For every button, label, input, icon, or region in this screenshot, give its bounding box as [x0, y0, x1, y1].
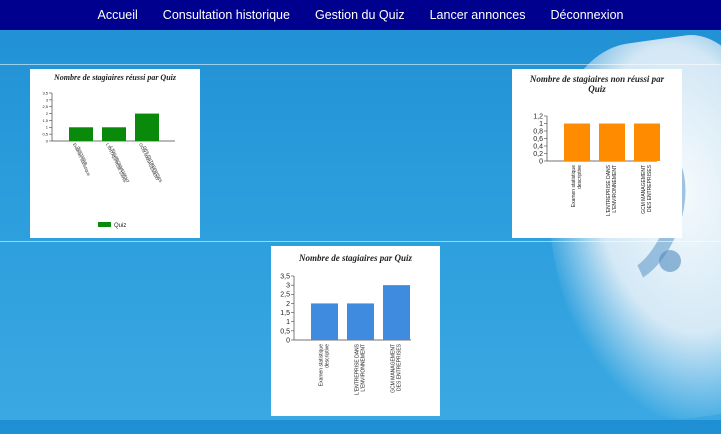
nav-accueil[interactable]: Accueil	[98, 8, 138, 22]
section-divider	[0, 241, 721, 242]
category-label: DES ENTREPRISES	[647, 164, 653, 212]
chart-panel-reussi: Nombre de stagiaires réussi par Quiz 3,5…	[30, 69, 200, 238]
y-tick-label: 1,2	[533, 113, 543, 120]
y-tick-label: 1	[286, 319, 290, 326]
y-tick-label: 0,6	[533, 136, 543, 143]
y-tick-label: 0	[46, 138, 49, 143]
y-tick-label: 2,5	[280, 292, 290, 299]
y-tick-label: 0	[286, 337, 290, 344]
section-divider	[0, 64, 721, 65]
y-tick-label: 0	[539, 158, 543, 165]
category-label: L'ENVIRONNEMENT	[109, 145, 131, 184]
category-label: L'ENVIRONNEMENT	[612, 165, 618, 213]
bar-chart-non-reussi: 1,210,80,60,40,20Examen statistique descr…	[533, 113, 660, 216]
y-tick-label: 0,4	[533, 143, 543, 150]
bar-chart-reussi: 3,532,521,510,50Examen statistiquedescri…	[42, 90, 175, 229]
chart-panel-total: Nombre de stagiaires par Quiz 3,5 3 2,5 2 1,…	[271, 246, 440, 416]
bar	[347, 303, 374, 340]
category-label: descriptive	[325, 344, 331, 368]
y-tick-label: 2,5	[42, 104, 48, 109]
bar	[383, 285, 410, 340]
y-tick-label: 1	[46, 125, 49, 130]
y-tick-label: 0,5	[280, 328, 290, 335]
y-tick-label: 3,5	[42, 90, 48, 95]
question-dot-decoration	[659, 250, 681, 272]
nav-consultation-historique[interactable]: Consultation historique	[163, 8, 290, 22]
chart-panel-non-reussi: Nombre de stagiaires non réussi par Quiz…	[512, 69, 682, 238]
y-tick-label: 1,5	[42, 118, 48, 123]
bar	[311, 303, 338, 340]
y-tick-label: 1	[539, 121, 543, 128]
category-label: DES ENTREPRISES	[397, 343, 403, 391]
y-tick-label: 0,2	[533, 151, 543, 158]
category-label: L'ENVIRONNEMENT	[361, 344, 367, 392]
y-tick-label: 0,5	[42, 132, 48, 137]
y-tick-label: 2	[286, 301, 290, 308]
y-tick-label: 2	[46, 111, 49, 116]
nav-gestion-quiz[interactable]: Gestion du Quiz	[315, 8, 405, 22]
category-label: descriptive	[577, 165, 583, 189]
nav-lancer-annonces[interactable]: Lancer annonces	[430, 8, 526, 22]
bar	[564, 123, 590, 161]
y-tick-label: 3,5	[280, 273, 290, 280]
bar	[634, 123, 660, 161]
y-tick-label: 3	[286, 283, 290, 290]
bar	[102, 127, 126, 141]
top-navbar: Accueil Consultation historique Gestion …	[0, 0, 721, 30]
y-tick-label: 3	[46, 97, 49, 102]
category-label: DES ENTREPRISES	[142, 145, 163, 183]
bar	[135, 113, 159, 141]
bar	[599, 123, 625, 161]
y-tick-label: 0,8	[533, 128, 543, 135]
bar	[69, 127, 93, 141]
legend-label: Quiz	[114, 223, 126, 229]
y-tick-label: 1,5	[280, 310, 290, 317]
legend-swatch	[98, 222, 111, 227]
bar-chart-total: 3,532,521,510,50Examen statistique descri…	[280, 273, 411, 395]
nav-deconnexion[interactable]: Déconnexion	[551, 8, 624, 22]
